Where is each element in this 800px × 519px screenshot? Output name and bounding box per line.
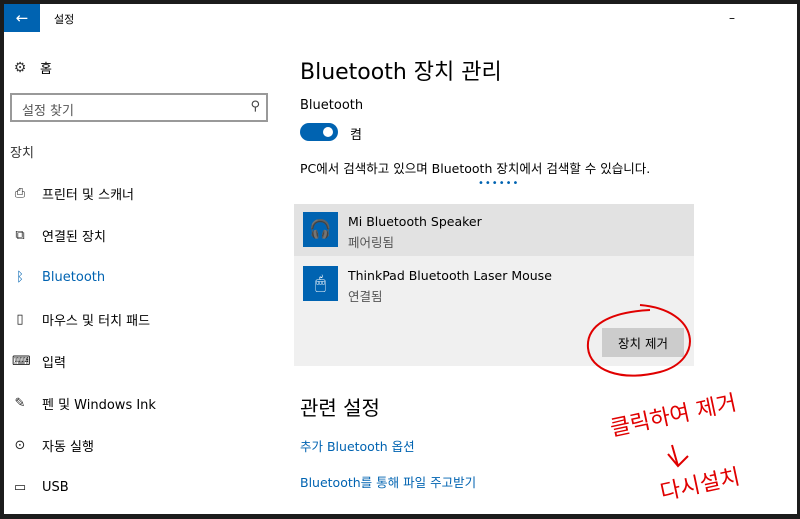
remove-device-button[interactable]: 장치 제거 <box>602 328 684 357</box>
autoplay-icon: ⊙ <box>14 437 26 453</box>
toggle-knob <box>323 127 333 137</box>
pen-icon: ✎ <box>14 395 26 411</box>
sidebar-item-label: 마우스 및 터치 패드 <box>42 313 151 329</box>
bluetooth-label: Bluetooth <box>300 98 364 113</box>
sidebar-item-label: 자동 실행 <box>42 439 94 455</box>
main-content: Bluetooth 장치 관리 Bluetooth 켬 PC에서 검색하고 있으… <box>294 32 790 514</box>
sidebar-item-label: Bluetooth <box>42 269 106 285</box>
device-status: 페어링됨 <box>348 235 395 250</box>
discovery-description: PC에서 검색하고 있으며 Bluetooth 장치에서 검색할 수 있습니다. <box>300 161 651 176</box>
more-bluetooth-options-link[interactable]: 추가 Bluetooth 옵션 <box>300 436 415 455</box>
sidebar-item-5[interactable]: ✎ 펜 및 Windows Ink <box>4 382 274 424</box>
keyboard-icon: ⌨ <box>12 353 31 369</box>
progress-dots: •••••• <box>478 178 520 189</box>
search-icon: ⚲ <box>250 99 260 114</box>
title-bar: ← 설정 – <box>4 4 797 32</box>
device-name: Mi Bluetooth Speaker <box>348 214 482 229</box>
device-item[interactable]: 🖱 ThinkPad Bluetooth Laser Mouse 연결됨 <box>294 258 694 310</box>
toggle-state: 켬 <box>350 128 362 143</box>
sidebar-item-label: 펜 및 Windows Ink <box>42 397 156 413</box>
gear-icon: ⚙ <box>13 59 27 76</box>
sidebar-item-label: 입력 <box>42 355 66 371</box>
sidebar-item-3[interactable]: ▯ 마우스 및 터치 패드 <box>4 298 274 340</box>
settings-window: ← 설정 – ⚙ 홈 설정 찾기 ⚲ 장치 ⎙ 프린터 및 스캐너 ⧉ 연결된 장치 ᛒ… <box>4 4 797 514</box>
sidebar-item-label: USB <box>42 479 69 495</box>
sidebar-item-6[interactable]: ⊙ 자동 실행 <box>4 424 274 466</box>
sidebar-nav: ⎙ 프린터 및 스캐너 ⧉ 연결된 장치 ᛒ Bluetooth ▯ 마우스 및 터치 패드 ⌨… <box>4 172 274 508</box>
device-item[interactable]: 🎧 Mi Bluetooth Speaker 페어링됨 <box>294 204 694 256</box>
sidebar-item-7[interactable]: ▭ USB <box>4 466 274 508</box>
home-link[interactable]: ⚙ 홈 <box>12 58 52 78</box>
section-label: 장치 <box>10 146 34 161</box>
bluetooth-file-transfer-link[interactable]: Bluetooth를 통해 파일 주고받기 <box>300 472 476 491</box>
sidebar-item-label: 연결된 장치 <box>42 229 106 245</box>
arrow-left-icon: ← <box>15 9 29 27</box>
mouse-icon: ▯ <box>16 311 24 327</box>
connected-devices-icon: ⧉ <box>15 227 25 243</box>
mouse-device-icon: 🖱 <box>303 266 338 301</box>
sidebar: ⚙ 홈 설정 찾기 ⚲ 장치 ⎙ 프린터 및 스캐너 ⧉ 연결된 장치 ᛒ Bluetoo… <box>4 32 274 514</box>
bluetooth-toggle[interactable] <box>300 123 338 141</box>
device-name: ThinkPad Bluetooth Laser Mouse <box>348 268 552 283</box>
search-box[interactable]: 설정 찾기 ⚲ <box>10 93 268 122</box>
printer-icon: ⎙ <box>14 185 26 201</box>
sidebar-item-1[interactable]: ⧉ 연결된 장치 <box>4 214 274 256</box>
related-settings-title: 관련 설정 <box>300 396 380 420</box>
window-title: 설정 <box>54 13 75 26</box>
device-list: 🎧 Mi Bluetooth Speaker 페어링됨 🖱 ThinkPad Bluet… <box>294 204 694 366</box>
sidebar-item-label: 프린터 및 스캐너 <box>42 187 134 203</box>
search-placeholder: 설정 찾기 <box>22 104 74 119</box>
sidebar-item-4[interactable]: ⌨ 입력 <box>4 340 274 382</box>
headset-icon: 🎧 <box>303 212 338 247</box>
sidebar-item-0[interactable]: ⎙ 프린터 및 스캐너 <box>4 172 274 214</box>
sidebar-item-2[interactable]: ᛒ Bluetooth <box>4 256 274 298</box>
home-label: 홈 <box>40 62 52 77</box>
device-status: 연결됨 <box>348 289 383 304</box>
minimize-button[interactable]: – <box>722 8 742 28</box>
back-button[interactable]: ← <box>4 4 40 32</box>
page-title: Bluetooth 장치 관리 <box>300 60 502 85</box>
usb-icon: ▭ <box>13 479 27 495</box>
bluetooth-icon: ᛒ <box>16 269 24 285</box>
